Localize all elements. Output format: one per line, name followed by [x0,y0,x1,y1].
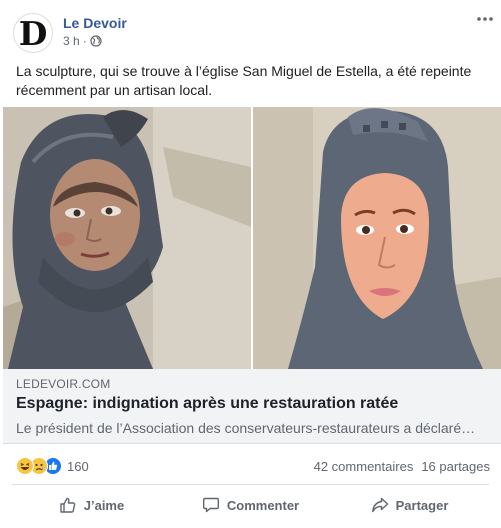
post-meta: 3 h · [63,34,102,48]
post-actions: J’aime Commenter Partager [12,486,489,524]
shares-count[interactable]: 16 partages [421,459,490,474]
page-name-link[interactable]: Le Devoir [63,15,127,31]
globe-icon[interactable] [90,35,102,47]
haha-icon [16,457,34,475]
link-description: Le président de l’Association des conser… [16,420,476,436]
post-image[interactable] [3,107,501,369]
share-label: Partager [395,497,449,513]
like-label: J’aime [83,497,125,513]
actions-divider [12,484,489,485]
share-button[interactable]: Partager [330,486,489,524]
meta-separator: · [82,34,87,48]
post-text: La sculpture, qui se trouve à l’église S… [16,63,472,98]
like-button[interactable]: J’aime [12,486,171,524]
reactions-summary[interactable]: 160 [16,457,89,475]
page-avatar[interactable]: D [13,13,53,53]
post-timestamp[interactable]: 3 h [63,34,80,48]
share-arrow-icon [371,496,389,514]
link-domain: LEDEVOIR.COM [16,377,111,391]
engagement-stats: 42 commentaires 16 partages [314,459,490,474]
comment-label: Commenter [226,497,300,513]
thumbs-up-icon [59,496,77,514]
link-preview[interactable]: LEDEVOIR.COM Espagne: indignation après … [3,369,501,444]
link-headline[interactable]: Espagne: indignation après une restaurat… [16,395,398,413]
comment-bubble-icon [202,496,220,514]
facebook-post: D Le Devoir 3 h · La sculpture, qui se t… [0,0,501,528]
comment-button[interactable]: Commenter [171,486,330,524]
reaction-count[interactable]: 160 [67,459,89,474]
sculpture-after-image [253,107,501,369]
more-dots-icon[interactable] [474,8,496,30]
sculpture-before-image [3,107,251,369]
avatar-logo-letter: D [18,14,48,53]
comments-count[interactable]: 42 commentaires [314,459,414,474]
post-header: D Le Devoir 3 h · [0,0,501,56]
